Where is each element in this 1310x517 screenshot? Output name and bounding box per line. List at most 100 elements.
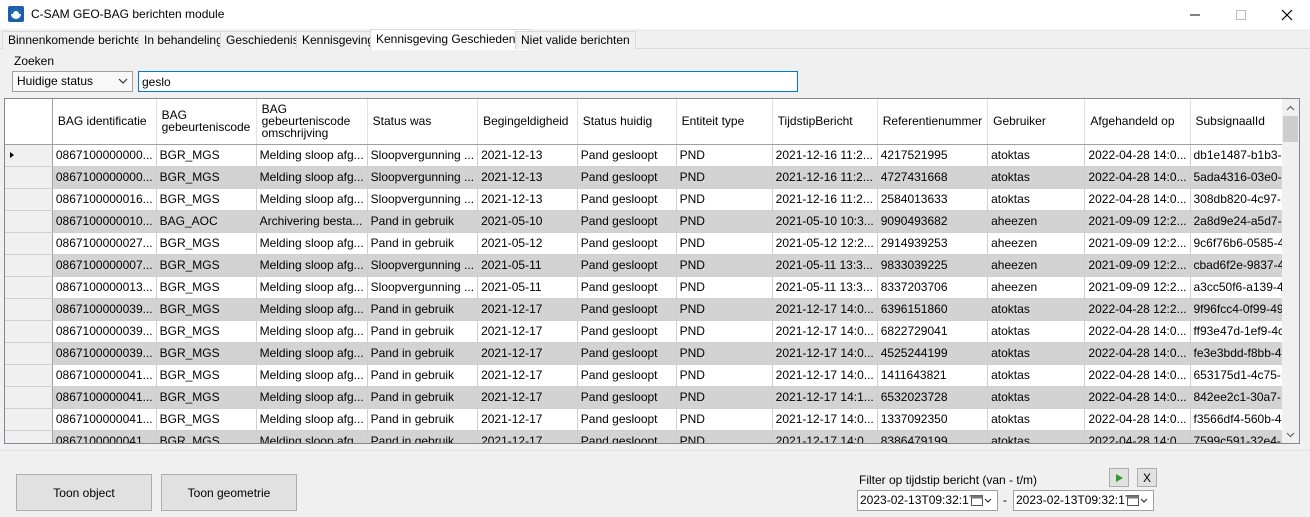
grid-column-header[interactable]: Begingeldigheid (477, 99, 578, 145)
row-header[interactable] (5, 188, 53, 211)
table-cell[interactable]: 2022-04-28 14:0... (1084, 166, 1191, 189)
table-cell[interactable]: 2021-05-11 (477, 254, 578, 277)
table-cell[interactable]: BGR_MGS (156, 298, 257, 321)
table-cell[interactable]: 2021-12-13 (477, 188, 578, 211)
date-to-picker[interactable]: 2023-02-13T09:32:17 (1013, 490, 1154, 511)
table-cell[interactable]: 2021-05-11 (477, 276, 578, 299)
row-header[interactable] (5, 386, 53, 409)
table-cell[interactable]: 8337203706 (877, 276, 989, 299)
table-cell[interactable]: atoktas (987, 408, 1086, 431)
table-cell[interactable]: 0867100000039... (52, 298, 157, 321)
table-cell[interactable]: 8386479199 (877, 430, 989, 443)
table-cell[interactable]: atoktas (987, 364, 1086, 387)
table-cell[interactable]: atoktas (987, 166, 1086, 189)
table-cell[interactable]: 2914939253 (877, 232, 989, 255)
row-header[interactable] (5, 254, 53, 277)
calendar-icon[interactable] (1127, 494, 1149, 507)
table-cell[interactable]: atoktas (987, 298, 1086, 321)
table-cell[interactable]: 2021-12-17 14:0... (772, 408, 878, 431)
table-cell[interactable]: 2021-12-17 (477, 386, 578, 409)
table-row[interactable]: 0867100000000... BGR_MGS Melding sloop afg… (5, 166, 1299, 189)
search-input[interactable] (138, 71, 798, 92)
table-cell[interactable]: 2021-05-12 (477, 232, 578, 255)
grid-column-header[interactable]: Status huidig (577, 99, 677, 145)
table-cell[interactable]: 2021-09-09 12:2... (1084, 232, 1191, 255)
table-cell[interactable]: aheezen (987, 232, 1086, 255)
table-cell[interactable]: Melding sloop afg... (256, 298, 368, 321)
tab-kennisgeving[interactable]: Kennisgeving (296, 31, 381, 49)
table-cell[interactable]: Pand gesloopt (577, 210, 677, 233)
table-row[interactable]: 0867100000039... BGR_MGS Melding sloop afg… (5, 320, 1299, 343)
table-cell[interactable]: 0867100000013... (52, 276, 157, 299)
table-cell[interactable]: aheezen (987, 254, 1086, 277)
table-cell[interactable]: Sloopvergunning ... (367, 188, 479, 211)
table-row[interactable]: 0867100000016... BGR_MGS Melding sloop afg… (5, 188, 1299, 211)
table-cell[interactable]: Pand in gebruik (367, 386, 479, 409)
row-header[interactable] (5, 408, 53, 431)
table-cell[interactable]: 0867100000016... (52, 188, 157, 211)
table-cell[interactable]: Pand gesloopt (577, 254, 677, 277)
scroll-up-button[interactable] (1282, 99, 1299, 116)
scroll-down-button[interactable] (1282, 426, 1299, 443)
table-cell[interactable]: 0867100000000... (52, 166, 157, 189)
table-cell[interactable]: 1411643821 (877, 364, 989, 387)
table-cell[interactable]: BGR_MGS (156, 364, 257, 387)
berichten-grid[interactable]: BAG identificatie BAG gebeurteniscode BAG … (4, 98, 1300, 444)
table-cell[interactable]: Melding sloop afg... (256, 166, 368, 189)
table-cell[interactable]: Pand gesloopt (577, 430, 677, 443)
table-cell[interactable]: Pand gesloopt (577, 144, 677, 167)
table-cell[interactable]: 2022-04-28 14:0... (1084, 320, 1191, 343)
table-cell[interactable]: atoktas (987, 386, 1086, 409)
table-cell[interactable]: atoktas (987, 342, 1086, 365)
table-cell[interactable]: 1337092350 (877, 408, 989, 431)
close-button[interactable] (1264, 0, 1310, 29)
table-cell[interactable]: 2022-04-28 14:0... (1084, 386, 1191, 409)
table-cell[interactable]: BGR_MGS (156, 188, 257, 211)
table-row[interactable]: 0867100000039... BGR_MGS Melding sloop afg… (5, 298, 1299, 321)
tab-kennisgeving-geschiedenis[interactable]: Kennisgeving Geschiedenis (370, 29, 531, 50)
table-cell[interactable]: 2021-12-17 (477, 430, 578, 443)
table-row[interactable]: 0867100000041... BGR_MGS Melding sloop afg… (5, 386, 1299, 409)
row-header[interactable] (5, 232, 53, 255)
table-cell[interactable]: BAG_AOC (156, 210, 257, 233)
table-cell[interactable]: 2022-04-28 14:0... (1084, 408, 1191, 431)
table-row[interactable]: 0867100000000... BGR_MGS Melding sloop afg… (5, 144, 1299, 167)
row-header[interactable] (5, 364, 53, 387)
table-row[interactable]: 0867100000041... BGR_MGS Melding sloop afg… (5, 408, 1299, 431)
table-cell[interactable]: aheezen (987, 210, 1086, 233)
table-cell[interactable]: BGR_MGS (156, 254, 257, 277)
table-cell[interactable]: 2021-12-17 (477, 408, 578, 431)
table-cell[interactable]: 2022-04-28 14:0... (1084, 144, 1191, 167)
table-cell[interactable]: Pand gesloopt (577, 408, 677, 431)
grid-column-header[interactable]: BAG identificatie (52, 99, 157, 145)
toon-geometrie-button[interactable]: Toon geometrie (161, 474, 297, 511)
table-cell[interactable]: Melding sloop afg... (256, 364, 368, 387)
table-cell[interactable]: Pand gesloopt (577, 386, 677, 409)
table-cell[interactable]: 2021-09-09 12:2... (1084, 210, 1191, 233)
table-cell[interactable]: 9090493682 (877, 210, 989, 233)
apply-filter-button[interactable] (1109, 468, 1129, 487)
table-cell[interactable]: 0867100000000... (52, 144, 157, 167)
table-cell[interactable]: PND (676, 210, 773, 233)
table-cell[interactable]: Sloopvergunning ... (367, 276, 479, 299)
table-cell[interactable]: PND (676, 254, 773, 277)
grid-column-header[interactable]: BAG gebeurteniscode omschrijving (256, 99, 368, 145)
table-cell[interactable]: Pand in gebruik (367, 232, 479, 255)
row-header[interactable] (5, 298, 53, 321)
table-cell[interactable]: 0867100000041... (52, 364, 157, 387)
row-header[interactable] (5, 166, 53, 189)
table-cell[interactable]: 2021-05-10 (477, 210, 578, 233)
table-cell[interactable]: Sloopvergunning ... (367, 144, 479, 167)
tab-binnenkomende-berichten[interactable]: Binnenkomende berichten (2, 31, 154, 49)
row-header[interactable] (5, 144, 53, 167)
table-cell[interactable]: PND (676, 232, 773, 255)
table-cell[interactable]: 2021-05-10 10:3... (772, 210, 878, 233)
table-cell[interactable]: 2021-12-16 11:2... (772, 188, 878, 211)
table-cell[interactable]: PND (676, 276, 773, 299)
table-cell[interactable]: atoktas (987, 430, 1086, 443)
table-cell[interactable]: BGR_MGS (156, 320, 257, 343)
table-cell[interactable]: 2021-12-17 (477, 364, 578, 387)
table-cell[interactable]: Sloopvergunning ... (367, 166, 479, 189)
table-cell[interactable]: 4727431668 (877, 166, 989, 189)
table-cell[interactable]: 2022-04-28 14:0... (1084, 430, 1191, 443)
